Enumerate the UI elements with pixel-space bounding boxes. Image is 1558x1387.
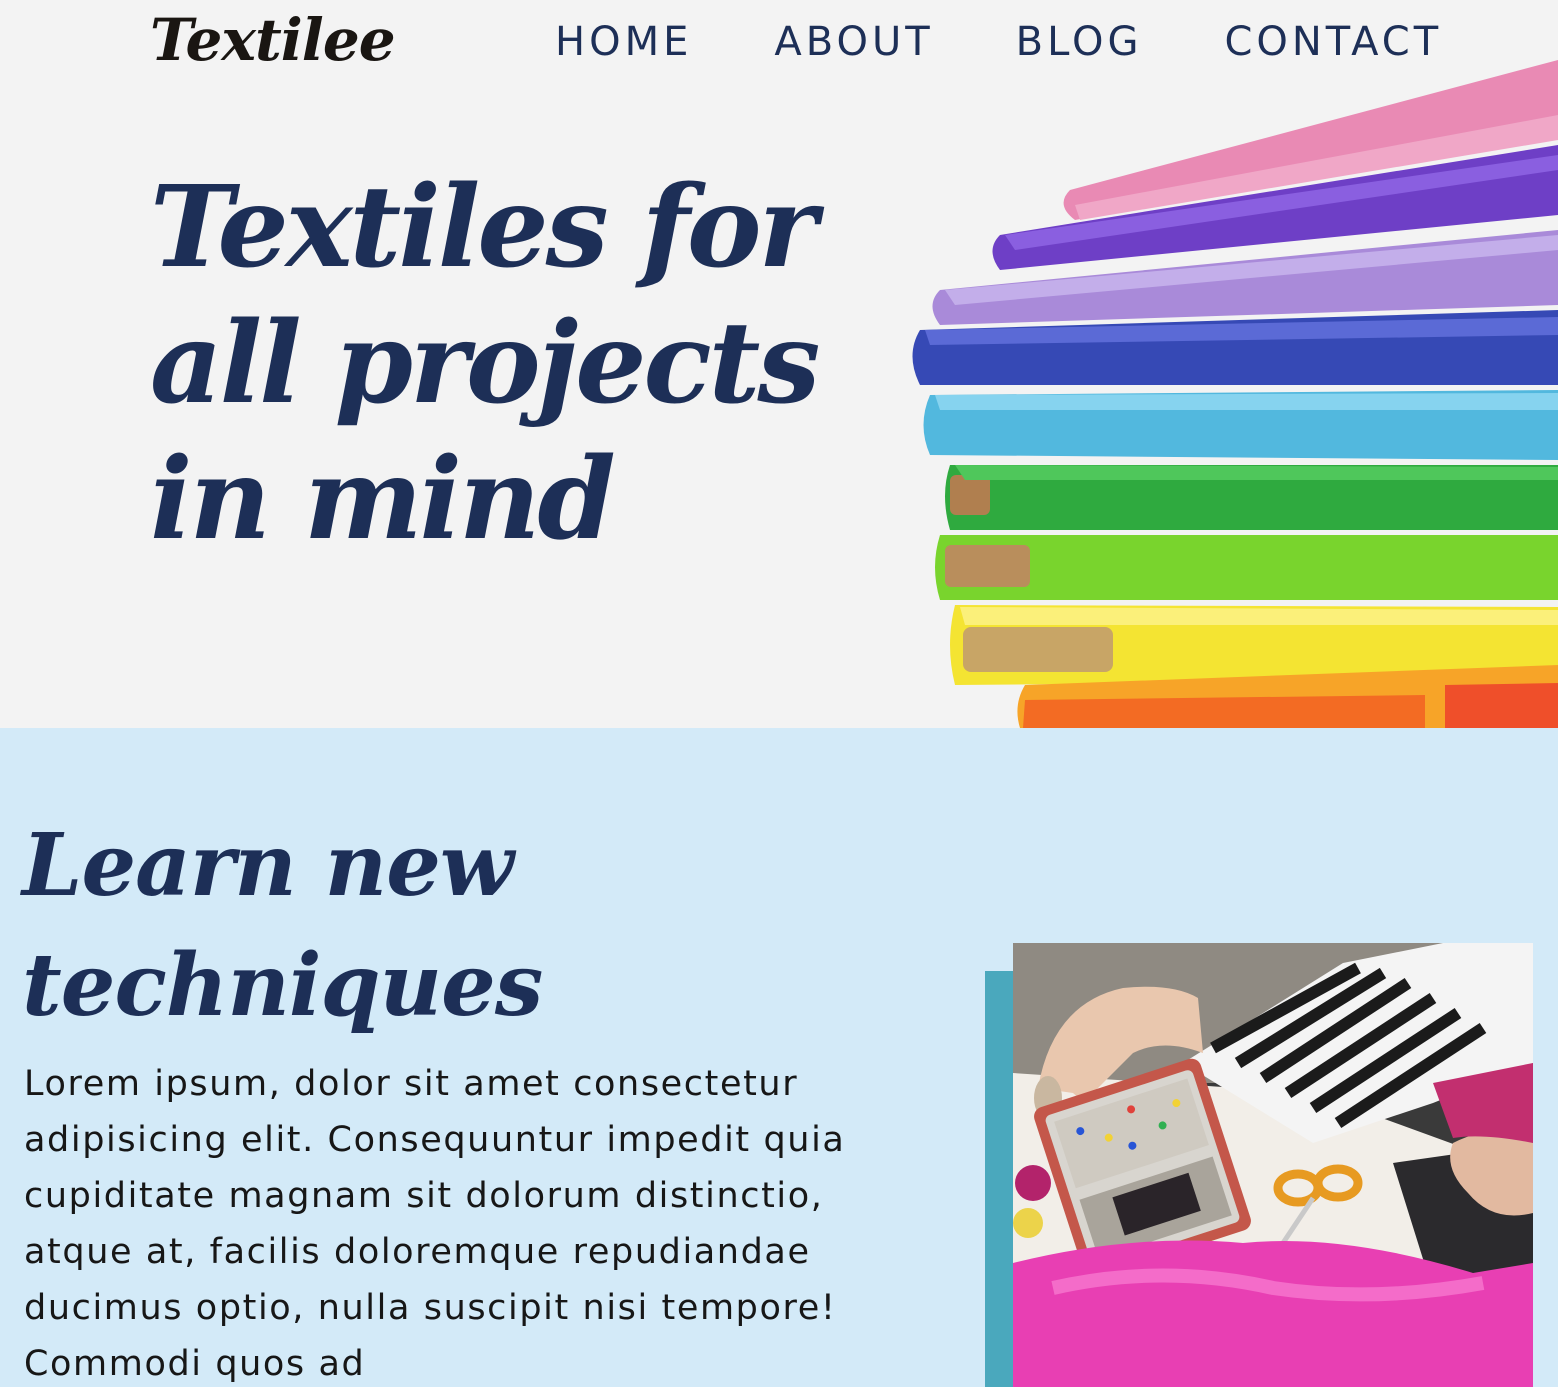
nav-home[interactable]: HOME [555, 19, 692, 65]
hero-section: Textiles for all projects in mind [0, 0, 1558, 728]
site-header: Textilee HOME ABOUT BLOG CONTACT [0, 0, 1558, 90]
learn-title: Learn new techniques [22, 815, 543, 1036]
site-logo[interactable]: Textilee [150, 0, 396, 80]
hero-title: Textiles for all projects in mind [150, 162, 820, 565]
sewing-photo-image [1013, 943, 1533, 1387]
learn-body-text: Lorem ipsum, dolor sit amet consectetur … [24, 1064, 846, 1384]
fabric-rolls-image [912, 60, 1558, 728]
main-nav: HOME ABOUT BLOG CONTACT [555, 0, 1442, 84]
nav-about[interactable]: ABOUT [774, 19, 933, 65]
learn-section: Learn new techniques Lorem ipsum, dolor … [0, 728, 1558, 1387]
nav-contact[interactable]: CONTACT [1224, 19, 1442, 65]
nav-blog[interactable]: BLOG [1016, 19, 1143, 65]
